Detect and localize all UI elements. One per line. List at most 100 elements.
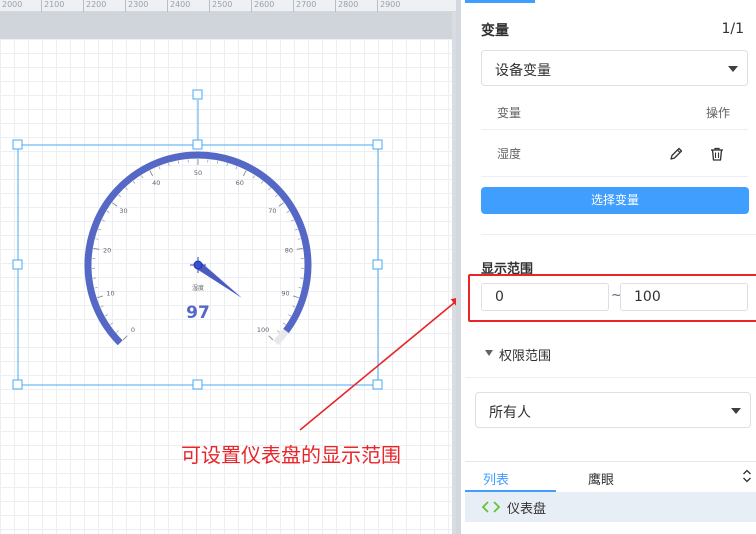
gauge-minor-tick [177, 160, 179, 164]
component-icon [481, 501, 501, 513]
tab-list[interactable]: 列表 [483, 469, 509, 488]
owner-select-value: 所有人 [489, 405, 531, 421]
gauge-minor-tick [286, 210, 290, 213]
section-divider [481, 234, 756, 235]
gauge-minor-tick [94, 287, 98, 289]
design-canvas[interactable]: 2000 2100 2200 2300 2400 2500 2600 2700 2800 2900… [0, 0, 456, 534]
selection-frame[interactable] [12, 89, 383, 390]
gauge-minor-tick [252, 175, 256, 179]
gauge-tick-label: 90 [281, 289, 289, 297]
gauge-tick-label: 80 [285, 247, 293, 255]
gauge-minor-tick [110, 322, 113, 325]
gauge-major-tick [149, 170, 154, 177]
gauge-tick-label: 40 [152, 179, 160, 187]
gauge-tick-label: 70 [268, 207, 276, 215]
gauge-widget[interactable]: 0 10 20 30 40 50 60 70 80 90 100 湿度 97 [84, 151, 312, 346]
gauge-minor-tick [100, 305, 104, 308]
gauge-major-tick [111, 202, 118, 207]
table-header-variable: 变量 [497, 106, 522, 120]
permission-range-label: 权限范围 [499, 349, 552, 364]
gauge-tick-label: 30 [119, 207, 127, 215]
gauge-minor-tick [158, 166, 161, 170]
gauge-minor-tick [217, 160, 219, 164]
gauge-arc-remaining [273, 328, 289, 346]
gauge-minor-tick [235, 166, 238, 170]
variable-section-title: 变量 [481, 23, 509, 39]
range-min-input[interactable] [481, 283, 609, 311]
gauge-minor-tick [294, 228, 298, 231]
gauge-needle [195, 261, 242, 298]
expand-collapse-icon[interactable] [742, 468, 752, 484]
gauge-minor-tick [291, 219, 295, 222]
gauge-tick-label: 10 [106, 289, 114, 297]
variable-source-select[interactable]: 设备变量 [481, 50, 748, 86]
chevron-down-icon [728, 66, 738, 72]
gauge-minor-tick [101, 219, 105, 222]
bottom-tab-bar: 列表 鹰眼 [465, 461, 756, 492]
gauge-minor-tick [116, 330, 119, 333]
gauge-minor-tick [288, 314, 292, 317]
resize-handle-e[interactable] [372, 259, 383, 270]
gauge-value: 97 [186, 303, 210, 323]
gauge-major-tick [97, 295, 104, 299]
gauge-minor-tick [268, 187, 271, 191]
gauge-minor-tick [125, 187, 128, 191]
gauge-major-tick [296, 247, 303, 250]
gauge-minor-tick [297, 238, 301, 240]
gauge-minor-tick [104, 314, 108, 317]
gauge-minor-tick [132, 181, 136, 184]
resize-handle-sw[interactable] [12, 379, 23, 390]
range-max-input[interactable] [620, 283, 748, 311]
gauge-minor-tick [292, 305, 296, 308]
section-divider [465, 377, 756, 378]
app-root: 2000 2100 2200 2300 2400 2500 2600 2700 2800 2900… [0, 0, 756, 534]
resize-handle-n[interactable] [192, 139, 203, 150]
resize-handle-s[interactable] [192, 379, 203, 390]
gauge-minor-tick [118, 194, 121, 198]
gauge-tick-label: 20 [103, 247, 111, 255]
gauge-major-tick [268, 335, 274, 341]
chevron-down-icon [731, 408, 741, 414]
table-row-divider [481, 176, 748, 177]
gauge-major-tick [292, 295, 299, 299]
gauge-minor-tick [283, 322, 286, 325]
owner-select[interactable]: 所有人 [475, 392, 751, 428]
property-panel: 变量 1/1 设备变量 变量 操作 湿度 选择变量 显示范围 ~ [456, 0, 756, 534]
gauge-minor-tick [140, 175, 144, 179]
gauge-minor-tick [260, 181, 264, 184]
gauge-tick-label: 60 [236, 179, 244, 187]
tree-item-gauge[interactable]: 仪表盘 [465, 492, 756, 522]
gauge-major-tick [242, 170, 247, 177]
resize-handle-ne[interactable] [372, 139, 383, 150]
gauge-major-tick [93, 247, 100, 250]
gauge-minor-tick [95, 238, 99, 240]
rotate-handle[interactable] [192, 89, 203, 100]
table-divider [481, 129, 748, 130]
gauge-tick-label: 100 [257, 326, 269, 334]
gauge-minor-tick [275, 194, 278, 198]
select-variable-button[interactable]: 选择变量 [481, 187, 749, 214]
gauge-minor-tick [98, 228, 102, 231]
gauge-tick-label: 50 [194, 169, 202, 177]
gauge-minor-tick [277, 330, 280, 333]
variable-source-value: 设备变量 [495, 63, 551, 79]
gauge-minor-tick [168, 163, 170, 167]
delete-icon[interactable] [709, 146, 725, 162]
caret-down-icon [485, 350, 493, 356]
tab-eagle-eye[interactable]: 鹰眼 [588, 469, 614, 488]
annotation-text: 可设置仪表盘的显示范围 [181, 443, 401, 467]
table-header-actions: 操作 [705, 106, 730, 120]
variable-page-indicator: 1/1 [721, 21, 744, 37]
table-row-variable-name: 湿度 [497, 147, 522, 161]
edit-icon[interactable] [668, 146, 684, 162]
resize-handle-se[interactable] [372, 379, 383, 390]
gauge-major-tick [122, 335, 128, 341]
active-tab-indicator [465, 0, 535, 3]
resize-handle-w[interactable] [12, 259, 23, 270]
gauge-tick-label: 0 [131, 326, 135, 334]
gauge-minor-tick [226, 163, 228, 167]
resize-handle-nw[interactable] [12, 139, 23, 150]
gauge-variable-label: 湿度 [192, 284, 204, 292]
gauge-minor-tick [298, 287, 302, 289]
tree-item-label: 仪表盘 [507, 502, 547, 517]
